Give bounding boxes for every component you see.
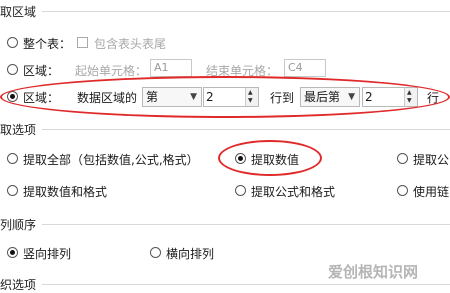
vertical-order-label: 竖向排列 — [23, 247, 72, 261]
use-link-radio[interactable] — [397, 185, 408, 196]
chevron-down-icon: ▼ — [348, 92, 355, 102]
start-cell-field[interactable]: A1 — [150, 59, 192, 77]
row-suffix-label: 行 — [427, 91, 440, 105]
include-header-label: 包含表头表尾 — [94, 37, 167, 51]
horizontal-order-label: 横向排列 — [166, 247, 215, 261]
extract-formula-radio[interactable] — [397, 153, 408, 164]
include-header-checkbox[interactable] — [77, 37, 88, 48]
extract-all-radio[interactable] — [7, 153, 18, 164]
first-row-select[interactable]: 第 ▼ — [142, 87, 202, 107]
first-row-spinner[interactable]: 2 ▲ ▼ — [203, 87, 259, 107]
order-section-title: 列顺序 — [0, 218, 37, 232]
extract-values-format-label: 提取数值和格式 — [23, 185, 108, 199]
last-row-select[interactable]: 最后第 ▼ — [300, 87, 360, 107]
data-area-label: 区域： — [23, 91, 60, 105]
extract-all-label: 提取全部（包括数值,公式,格式） — [23, 153, 199, 167]
divider — [42, 129, 450, 130]
vertical-order-radio[interactable] — [7, 247, 18, 258]
divider — [42, 224, 450, 225]
whole-table-radio[interactable] — [7, 37, 18, 48]
whole-table-label: 整个表： — [23, 37, 72, 51]
data-area-of-label: 数据区域的 — [77, 91, 138, 105]
area-label: 区域： — [23, 64, 60, 78]
end-cell-field[interactable]: C4 — [284, 59, 326, 77]
divider — [42, 11, 450, 12]
region-section-title: 取区域 — [0, 5, 37, 19]
chevron-down-icon: ▼ — [190, 92, 197, 102]
divider — [42, 284, 450, 285]
extract-formula-format-label: 提取公式和格式 — [251, 185, 336, 199]
data-area-radio[interactable] — [7, 91, 18, 102]
end-cell-label: 结束单元格： — [206, 64, 279, 78]
extract-formula-format-radio[interactable] — [235, 185, 246, 196]
row-to-label: 行到 — [270, 91, 295, 105]
horizontal-order-radio[interactable] — [150, 247, 161, 258]
extract-values-radio[interactable] — [235, 153, 246, 164]
area-radio[interactable] — [7, 64, 18, 75]
use-link-label: 使用链 — [413, 185, 450, 199]
last-row-spinner[interactable]: 2 ▲ ▼ — [362, 87, 418, 107]
options-section-title: 取选项 — [0, 123, 37, 137]
watermark-text: 爱创根知识网 — [328, 263, 419, 281]
bottom-section-title: 织选项 — [0, 278, 37, 292]
extract-values-format-radio[interactable] — [7, 185, 18, 196]
start-cell-label: 起始单元格： — [75, 64, 148, 78]
spinner-buttons[interactable]: ▲ ▼ — [245, 88, 258, 106]
extract-values-label: 提取数值 — [251, 153, 300, 167]
extract-formula-label: 提取公 — [413, 153, 450, 167]
spinner-buttons[interactable]: ▲ ▼ — [404, 88, 417, 106]
